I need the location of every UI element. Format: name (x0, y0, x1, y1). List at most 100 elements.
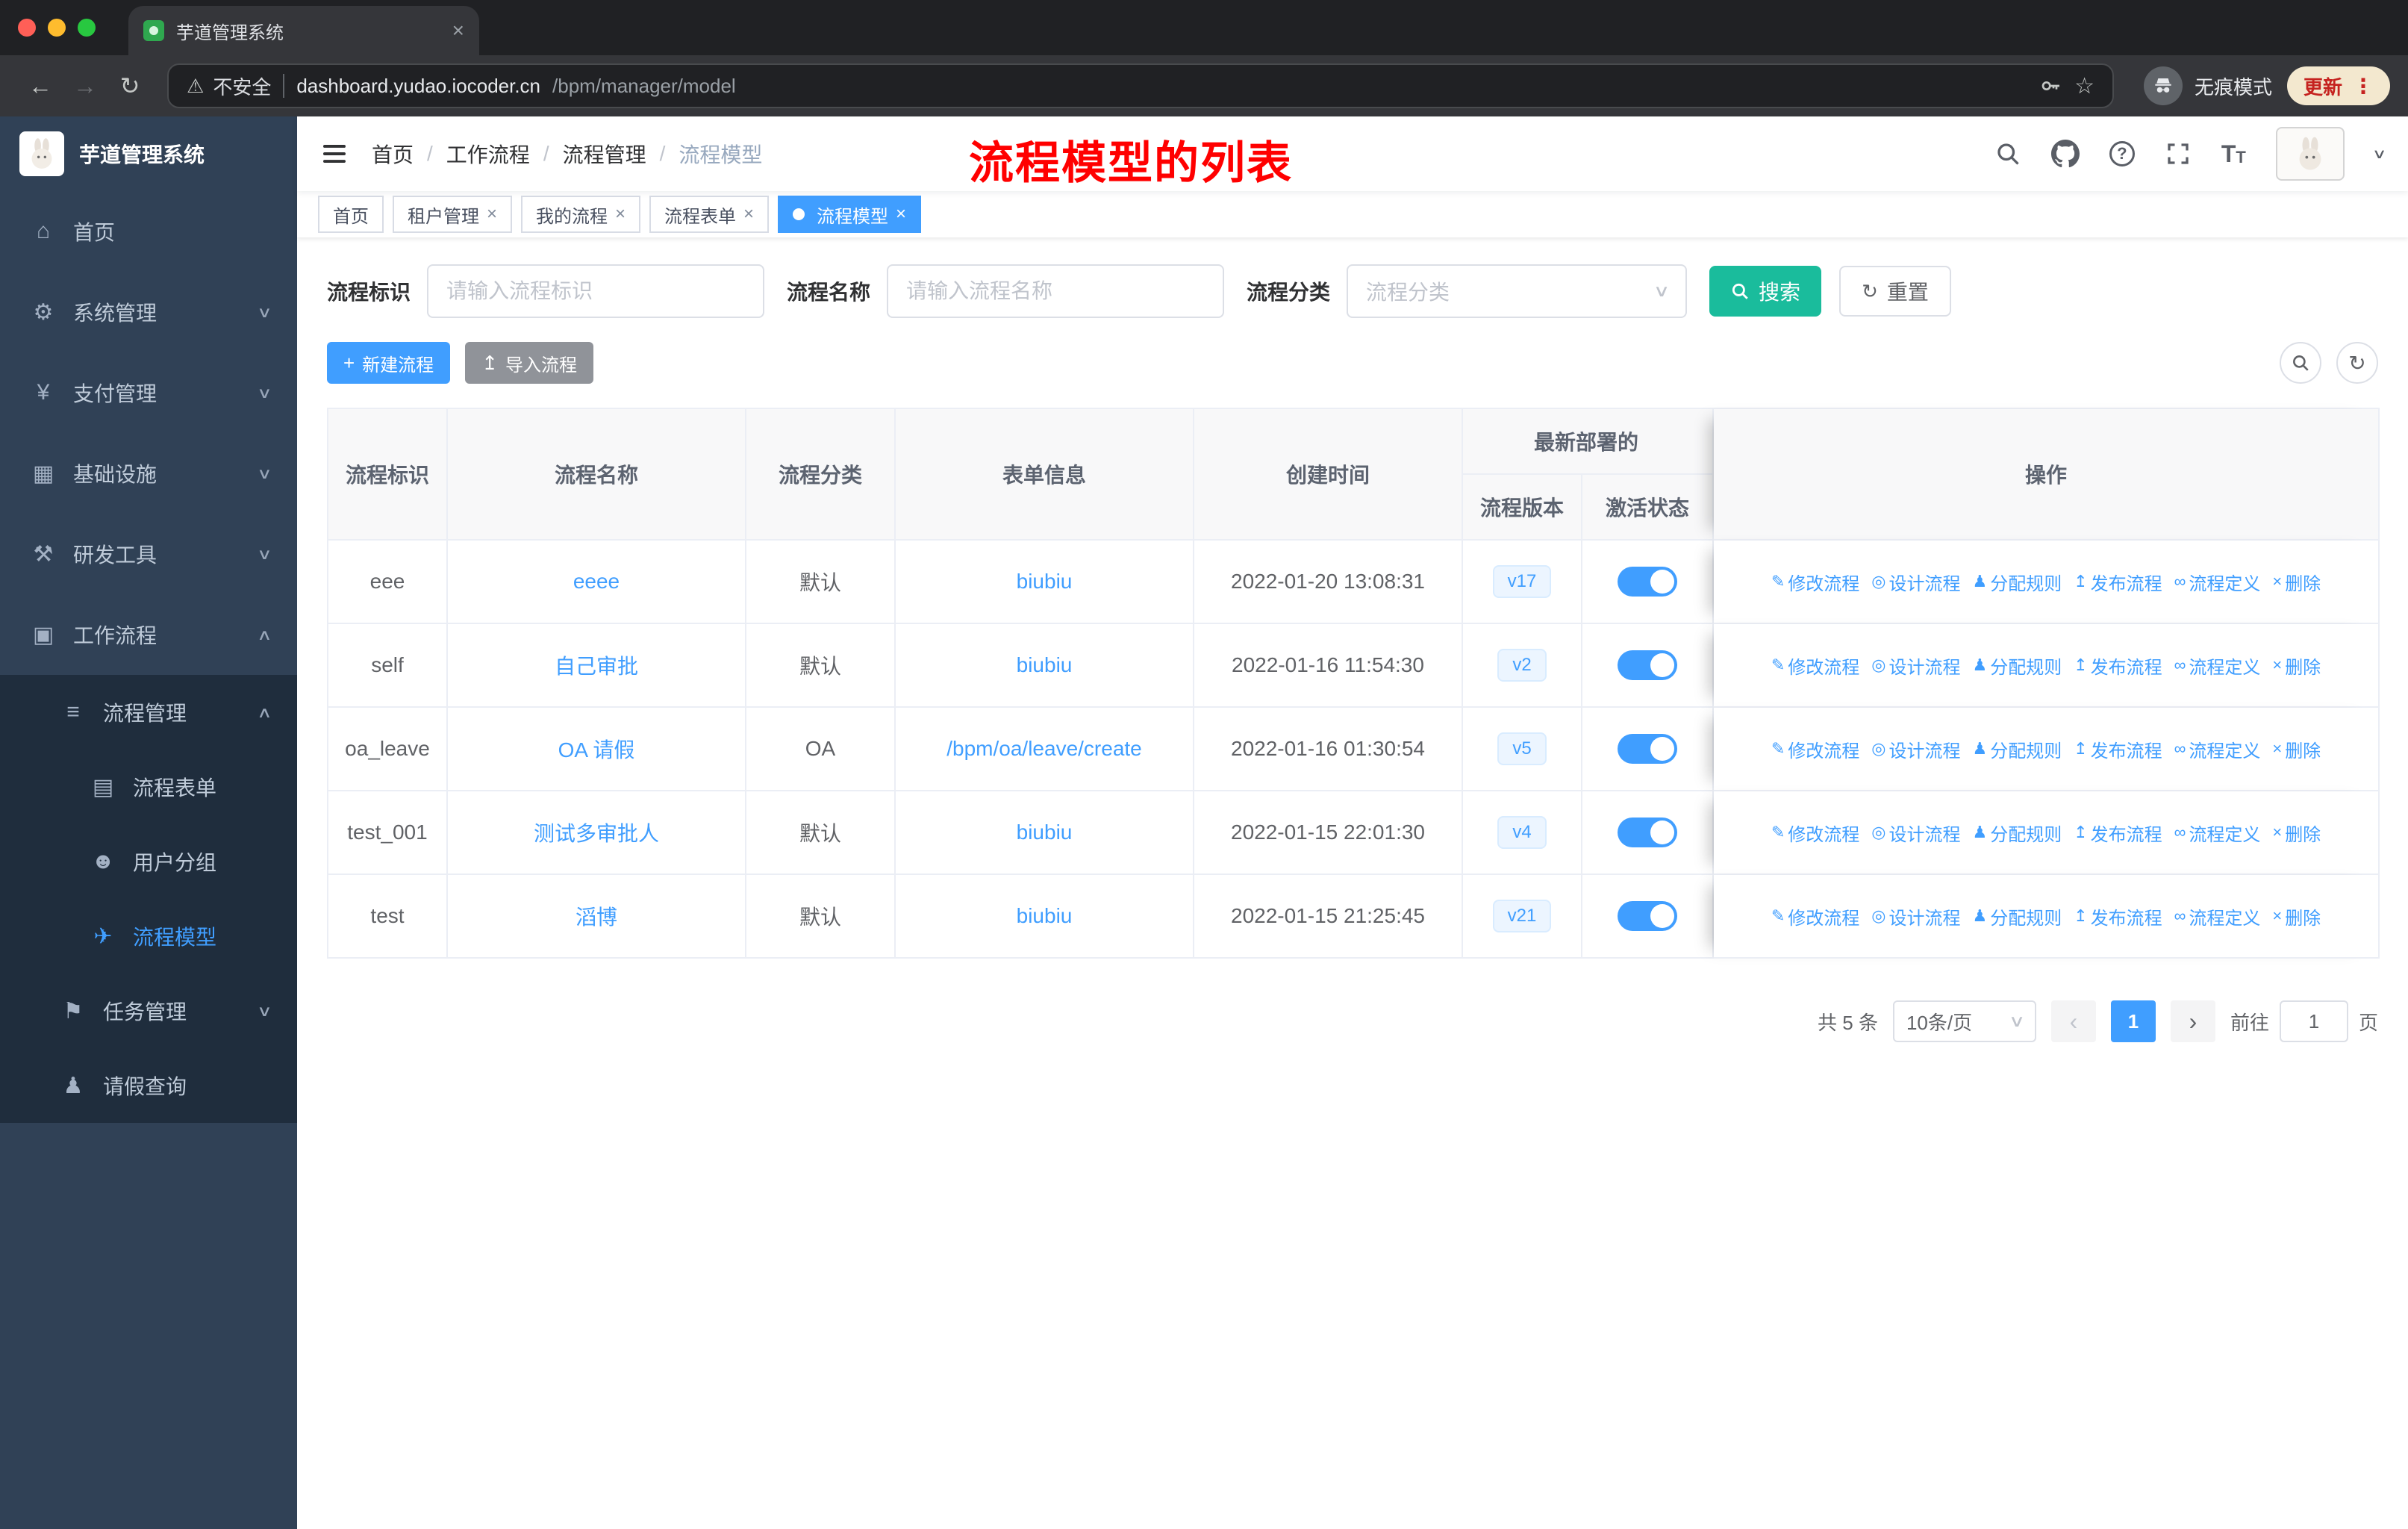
action-publish[interactable]: ↥ 发布流程 (2074, 569, 2162, 595)
action-delete[interactable]: × 删除 (2272, 903, 2321, 929)
action-modify[interactable]: ✎ 修改流程 (1771, 820, 1859, 846)
form-link[interactable]: biubiu (1017, 820, 1073, 844)
tag-my-process[interactable]: 我的流程 × (521, 196, 641, 233)
tag-process-form[interactable]: 流程表单 × (649, 196, 770, 233)
sidebar-item-dev-tools[interactable]: ⚒ 研发工具 ∨ (0, 514, 297, 594)
action-design[interactable]: ◎ 设计流程 (1871, 820, 1960, 846)
font-size-icon[interactable]: TT (2221, 142, 2246, 166)
process-name-input[interactable] (887, 264, 1225, 318)
action-design[interactable]: ◎ 设计流程 (1871, 903, 1960, 929)
close-icon[interactable]: × (743, 204, 754, 225)
action-definition[interactable]: ∞ 流程定义 (2174, 569, 2261, 595)
refresh-table-button[interactable]: ↻ (2336, 342, 2378, 384)
action-design[interactable]: ◎ 设计流程 (1871, 736, 1960, 762)
activation-toggle[interactable] (1618, 650, 1677, 680)
avatar[interactable] (2275, 127, 2345, 181)
fullscreen-icon[interactable] (2165, 140, 2192, 167)
form-link[interactable]: biubiu (1017, 904, 1073, 927)
key-icon[interactable] (2039, 74, 2062, 98)
action-design[interactable]: ◎ 设计流程 (1871, 569, 1960, 595)
action-assign-rule[interactable]: ♟ 分配规则 (1972, 653, 2062, 679)
breadcrumb-item[interactable]: 首页 (372, 139, 414, 169)
create-process-button[interactable]: + 新建流程 (327, 342, 451, 384)
action-assign-rule[interactable]: ♟ 分配规则 (1972, 736, 2062, 762)
sidebar-item-infrastructure[interactable]: ▦ 基础设施 ∨ (0, 433, 297, 514)
category-select[interactable]: 流程分类 ∨ (1347, 264, 1688, 318)
minimize-window-button[interactable] (48, 19, 66, 37)
help-icon[interactable]: ? (2109, 141, 2135, 166)
sidebar-item-home[interactable]: ⌂ 首页 (0, 191, 297, 272)
sidebar-item-process-form[interactable]: ▤ 流程表单 (0, 750, 297, 824)
next-page-button[interactable]: › (2170, 1000, 2215, 1042)
activation-toggle[interactable] (1618, 818, 1677, 847)
action-publish[interactable]: ↥ 发布流程 (2074, 903, 2162, 929)
sidebar-item-workflow[interactable]: ▣ 工作流程 ∧ (0, 594, 297, 675)
close-window-button[interactable] (18, 19, 36, 37)
process-name-link[interactable]: 滔博 (576, 906, 617, 929)
prev-page-button[interactable]: ‹ (2050, 1000, 2096, 1042)
form-link[interactable]: /bpm/oa/leave/create (946, 737, 1142, 760)
github-icon[interactable] (2050, 140, 2080, 168)
sidebar-item-task-management[interactable]: ⚑ 任务管理 ∨ (0, 974, 297, 1048)
action-modify[interactable]: ✎ 修改流程 (1771, 653, 1859, 679)
action-definition[interactable]: ∞ 流程定义 (2174, 653, 2261, 679)
browser-tab[interactable]: 芋道管理系统 × (128, 6, 479, 55)
breadcrumb-item[interactable]: 工作流程 (446, 139, 530, 169)
goto-page-input[interactable] (2279, 1000, 2348, 1042)
toggle-search-button[interactable] (2280, 342, 2321, 384)
process-key-input[interactable] (427, 264, 765, 318)
action-publish[interactable]: ↥ 发布流程 (2074, 653, 2162, 679)
process-name-link[interactable]: eeee (573, 570, 620, 593)
action-assign-rule[interactable]: ♟ 分配规则 (1972, 820, 2062, 846)
action-publish[interactable]: ↥ 发布流程 (2074, 820, 2162, 846)
address-bar[interactable]: ⚠ 不安全 dashboard.yudao.iocoder.cn/bpm/man… (167, 63, 2114, 108)
action-delete[interactable]: × 删除 (2272, 569, 2321, 595)
tab-close-icon[interactable]: × (452, 19, 464, 43)
action-delete[interactable]: × 删除 (2272, 736, 2321, 762)
tag-tenant-management[interactable]: 租户管理 × (393, 196, 513, 233)
search-icon[interactable] (1994, 140, 2021, 167)
sidebar-item-payment-management[interactable]: ¥ 支付管理 ∨ (0, 352, 297, 433)
close-icon[interactable]: × (615, 204, 626, 225)
breadcrumb-item[interactable]: 流程管理 (563, 139, 646, 169)
close-icon[interactable]: × (487, 204, 497, 225)
action-design[interactable]: ◎ 设计流程 (1871, 653, 1960, 679)
sidebar-item-system-management[interactable]: ⚙ 系统管理 ∨ (0, 272, 297, 352)
import-process-button[interactable]: ↥ 导入流程 (465, 342, 593, 384)
browser-update-button[interactable]: 更新 ⋮ (2286, 66, 2390, 105)
process-name-link[interactable]: 自己审批 (555, 655, 638, 678)
close-icon[interactable]: × (896, 204, 906, 225)
action-assign-rule[interactable]: ♟ 分配规则 (1972, 903, 2062, 929)
action-definition[interactable]: ∞ 流程定义 (2174, 903, 2261, 929)
sidebar-item-leave-query[interactable]: ♟ 请假查询 (0, 1048, 297, 1123)
activation-toggle[interactable] (1618, 734, 1677, 764)
form-link[interactable]: biubiu (1017, 653, 1073, 676)
sidebar-collapse-icon[interactable] (297, 143, 372, 165)
search-button[interactable]: 搜索 (1709, 266, 1822, 317)
activation-toggle[interactable] (1618, 567, 1677, 597)
action-assign-rule[interactable]: ♟ 分配规则 (1972, 569, 2062, 595)
sidebar-item-user-group[interactable]: ☻ 用户分组 (0, 824, 297, 899)
action-modify[interactable]: ✎ 修改流程 (1771, 903, 1859, 929)
maximize-window-button[interactable] (78, 19, 96, 37)
action-publish[interactable]: ↥ 发布流程 (2074, 736, 2162, 762)
page-size-select[interactable]: 10条/页 ∨ (1892, 1000, 2036, 1042)
sidebar-item-process-model[interactable]: ✈ 流程模型 (0, 899, 297, 974)
menu-dots-icon[interactable]: ⋮ (2353, 74, 2374, 99)
reload-icon[interactable]: ↻ (107, 63, 152, 108)
action-delete[interactable]: × 删除 (2272, 820, 2321, 846)
action-definition[interactable]: ∞ 流程定义 (2174, 820, 2261, 846)
form-link[interactable]: biubiu (1017, 570, 1073, 593)
bookmark-star-icon[interactable]: ☆ (2074, 73, 2094, 99)
process-name-link[interactable]: OA 请假 (558, 738, 635, 762)
reset-button[interactable]: ↻ 重置 (1839, 266, 1951, 317)
process-name-link[interactable]: 测试多审批人 (534, 822, 659, 845)
security-chip[interactable]: ⚠ 不安全 (187, 72, 271, 100)
action-definition[interactable]: ∞ 流程定义 (2174, 736, 2261, 762)
activation-toggle[interactable] (1618, 901, 1677, 931)
tag-process-model-active[interactable]: 流程模型 × (778, 196, 922, 233)
action-modify[interactable]: ✎ 修改流程 (1771, 736, 1859, 762)
page-number-current[interactable]: 1 (2110, 1000, 2156, 1042)
tag-home[interactable]: 首页 (318, 196, 384, 233)
back-icon[interactable]: ← (18, 63, 63, 108)
